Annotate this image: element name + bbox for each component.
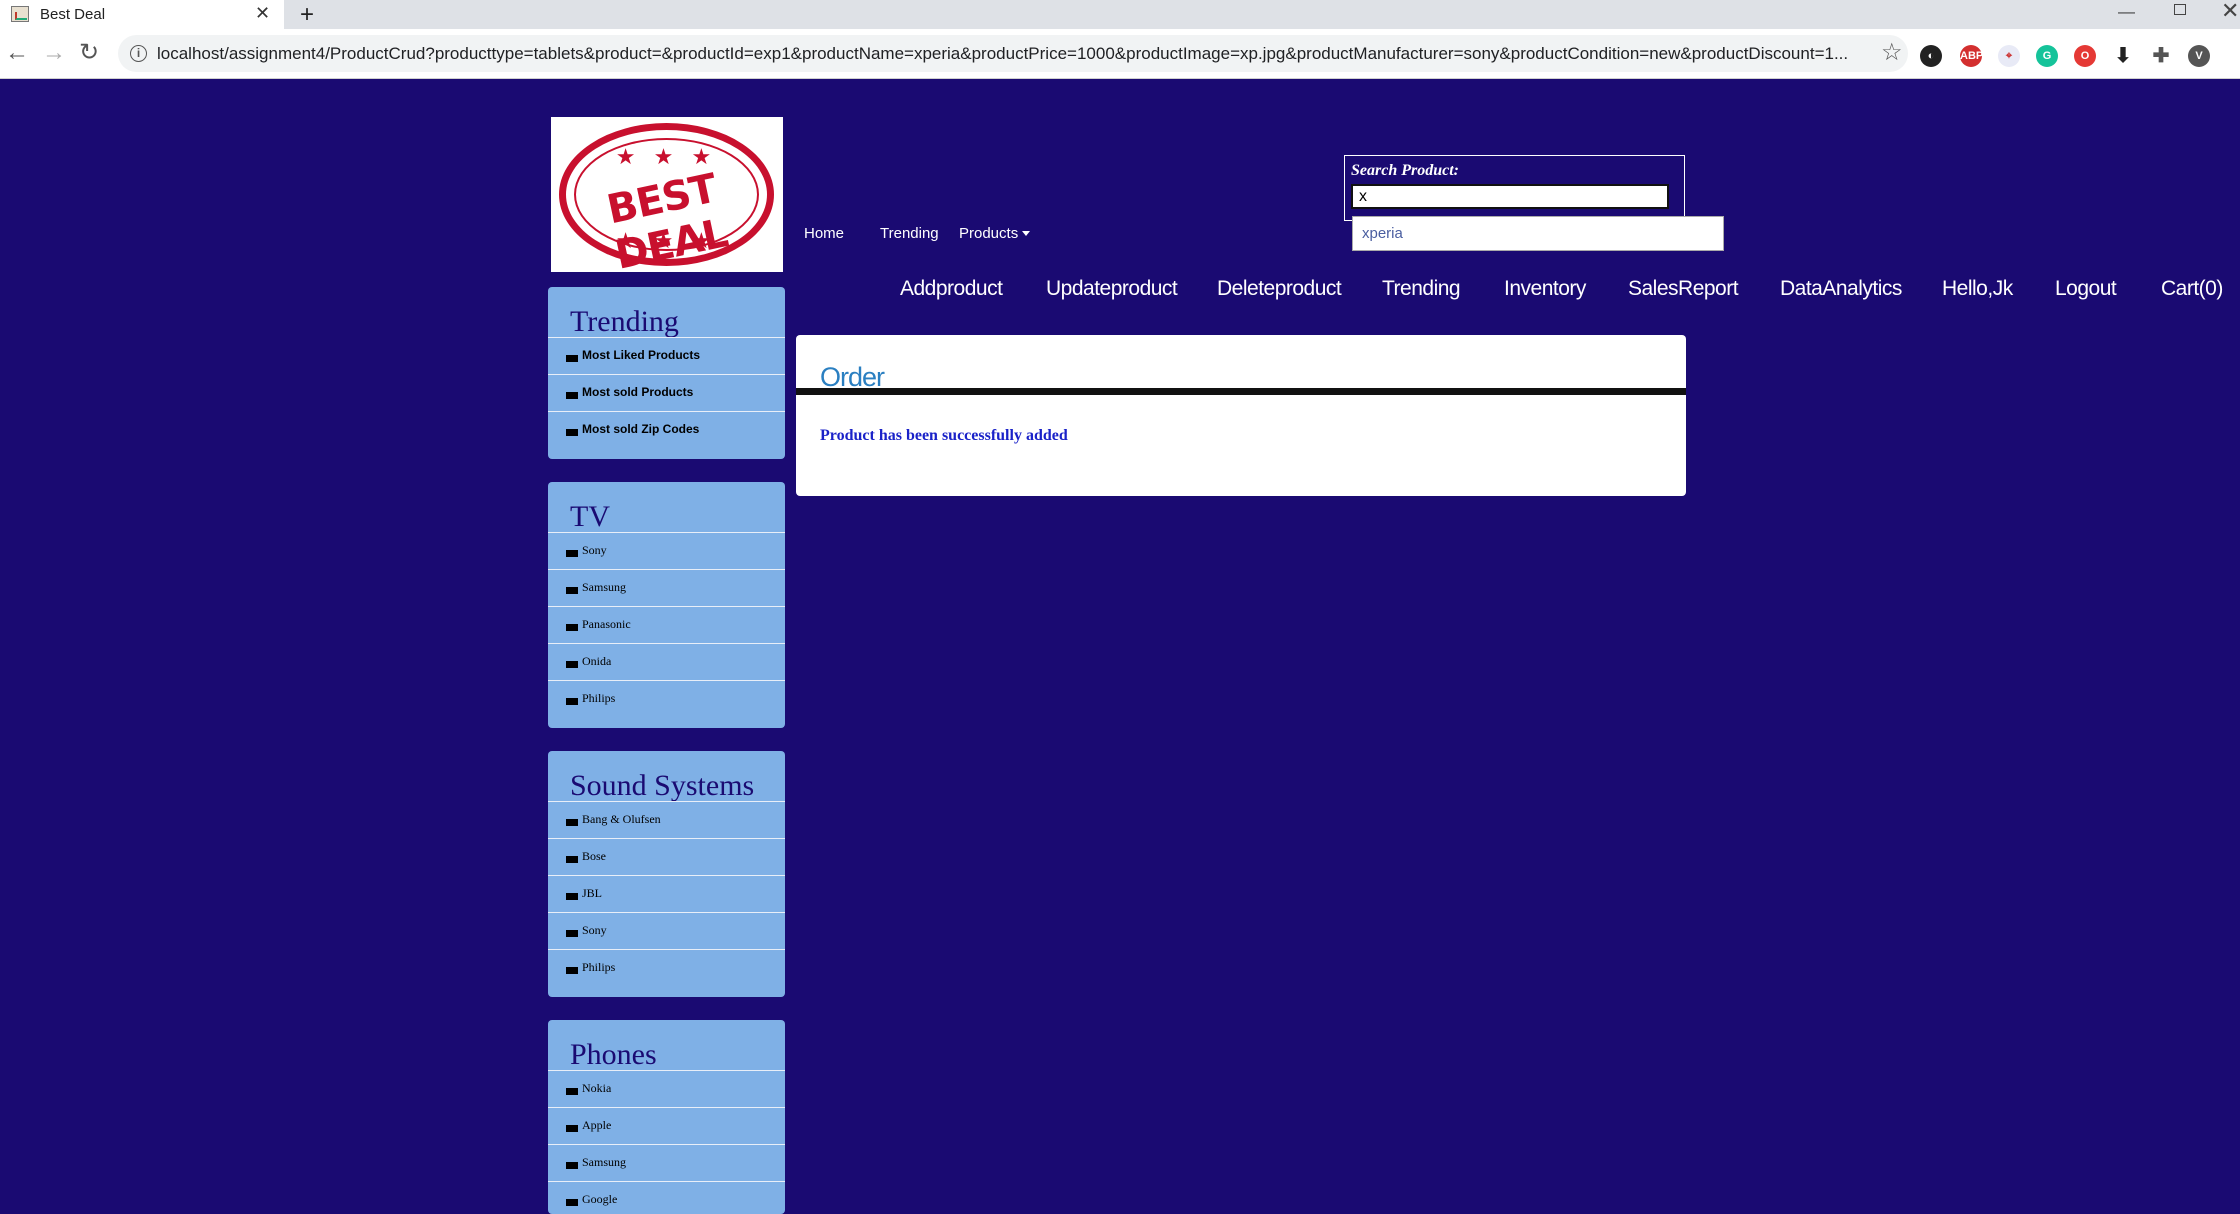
sidebar-sound-systems: Sound Systems Bang & Olufsen Bose JBL So…	[548, 751, 785, 997]
window-close-icon[interactable]: ✕	[2221, 0, 2239, 24]
back-icon[interactable]: ←	[5, 40, 29, 66]
nav-products-dropdown[interactable]: Products	[959, 225, 1031, 242]
success-message: Product has been successfully added	[820, 427, 1068, 444]
favicon-icon	[11, 6, 29, 22]
order-panel: Order Product has been successfully adde…	[796, 335, 1686, 496]
sidebar-tv: TV Sony Samsung Panasonic Onida Philips	[548, 482, 785, 728]
sidebar-item-sound-sony[interactable]: Sony	[548, 912, 785, 949]
sidebar-trending: Trending Most Liked Products Most sold P…	[548, 287, 785, 459]
caret-down-icon	[1022, 231, 1031, 236]
sidebar-item-sound-bose[interactable]: Bose	[548, 838, 785, 875]
search-product-form: Search Product:	[1344, 155, 1685, 221]
search-label: Search Product:	[1351, 162, 1459, 179]
title-divider	[796, 388, 1686, 395]
browser-tab[interactable]: Best Deal ✕	[0, 0, 284, 29]
sidebar-phones: Phones Nokia Apple Samsung Google	[548, 1020, 785, 1214]
bookmark-star-icon[interactable]: ☆	[1881, 38, 1903, 67]
sidebar-item-phone-samsung[interactable]: Samsung	[548, 1144, 785, 1181]
nav-home[interactable]: Home	[804, 225, 844, 242]
browser-toolbar: ← → ↻ i localhost/assignment4/ProductCru…	[0, 29, 2240, 79]
download-icon[interactable]: ⬇	[2112, 45, 2134, 67]
nav-products-label: Products	[959, 225, 1019, 242]
sidebar-sound-title: Sound Systems	[570, 769, 755, 802]
address-bar[interactable]: i localhost/assignment4/ProductCrud?prod…	[118, 35, 1908, 72]
nav-logout[interactable]: Logout	[2055, 277, 2117, 301]
sidebar-item-sound-jbl[interactable]: JBL	[548, 875, 785, 912]
tab-title: Best Deal	[40, 6, 106, 23]
nav-trending[interactable]: Trending	[880, 225, 939, 242]
close-tab-icon[interactable]: ✕	[255, 3, 270, 24]
dark-mode-extension-icon[interactable]: ◐	[1920, 45, 1942, 67]
minimize-icon[interactable]: —	[2118, 2, 2135, 22]
new-tab-icon[interactable]: +	[292, 1, 322, 28]
best-deal-logo[interactable]: ★ ★ ★ BEST DEAL ★ ★ ★	[551, 117, 783, 279]
grammarly-extension-icon[interactable]: G	[2036, 45, 2058, 67]
search-input[interactable]	[1351, 184, 1669, 209]
sidebar-item-most-sold[interactable]: Most sold Products	[548, 374, 785, 411]
reload-icon[interactable]: ↻	[79, 40, 99, 66]
nav-updateproduct[interactable]: Updateproduct	[1046, 277, 1178, 301]
sidebar-item-tv-samsung[interactable]: Samsung	[548, 569, 785, 606]
sidebar-item-phone-nokia[interactable]: Nokia	[548, 1070, 785, 1107]
search-suggestion[interactable]: xperia	[1352, 216, 1724, 251]
sidebar-item-tv-sony[interactable]: Sony	[548, 532, 785, 569]
sidebar-item-tv-philips[interactable]: Philips	[548, 680, 785, 717]
sidebar-trending-title: Trending	[570, 305, 679, 338]
logo-stamp: ★ ★ ★ BEST DEAL ★ ★ ★	[559, 123, 774, 279]
nav-addproduct[interactable]: Addproduct	[900, 277, 1003, 301]
nav-inventory[interactable]: Inventory	[1504, 277, 1586, 301]
sidebar-item-phone-apple[interactable]: Apple	[548, 1107, 785, 1144]
sidebar-item-tv-panasonic[interactable]: Panasonic	[548, 606, 785, 643]
search-suggestion-text: xperia	[1362, 225, 1403, 242]
forward-icon[interactable]: →	[42, 40, 66, 66]
sidebar-tv-title: TV	[570, 500, 610, 533]
extensions-puzzle-icon[interactable]: ✚	[2150, 45, 2172, 67]
browser-tabbar: Best Deal ✕ + — ✕	[0, 0, 2240, 29]
sidebar-phones-title: Phones	[570, 1038, 657, 1071]
sidebar-item-sound-philips[interactable]: Philips	[548, 949, 785, 986]
nav-hello-user[interactable]: Hello,Jk	[1942, 277, 2013, 301]
opera-extension-icon[interactable]: O	[2074, 45, 2096, 67]
nav-salesreport[interactable]: SalesReport	[1628, 277, 1739, 301]
info-icon[interactable]: i	[130, 45, 147, 62]
sidebar-item-most-liked[interactable]: Most Liked Products	[548, 337, 785, 374]
nav-trending-admin[interactable]: Trending	[1382, 277, 1461, 301]
url-text: localhost/assignment4/ProductCrud?produc…	[157, 44, 1849, 63]
sidebar-item-phone-google[interactable]: Google	[548, 1181, 785, 1214]
profile-avatar[interactable]: V	[2188, 45, 2210, 67]
nav-cart[interactable]: Cart(0)	[2161, 277, 2223, 301]
nav-deleteproduct[interactable]: Deleteproduct	[1217, 277, 1342, 301]
sidebar-item-zip-codes[interactable]: Most sold Zip Codes	[548, 411, 785, 448]
adblock-extension-icon[interactable]: ABP	[1960, 45, 1983, 67]
nav-dataanalytics[interactable]: DataAnalytics	[1780, 277, 1902, 301]
sidebar-item-sound-bang-olufsen[interactable]: Bang & Olufsen	[548, 801, 785, 838]
sidebar-item-tv-onida[interactable]: Onida	[548, 643, 785, 680]
restore-icon[interactable]	[2174, 4, 2186, 15]
location-extension-icon[interactable]: ⌖	[1998, 45, 2020, 67]
